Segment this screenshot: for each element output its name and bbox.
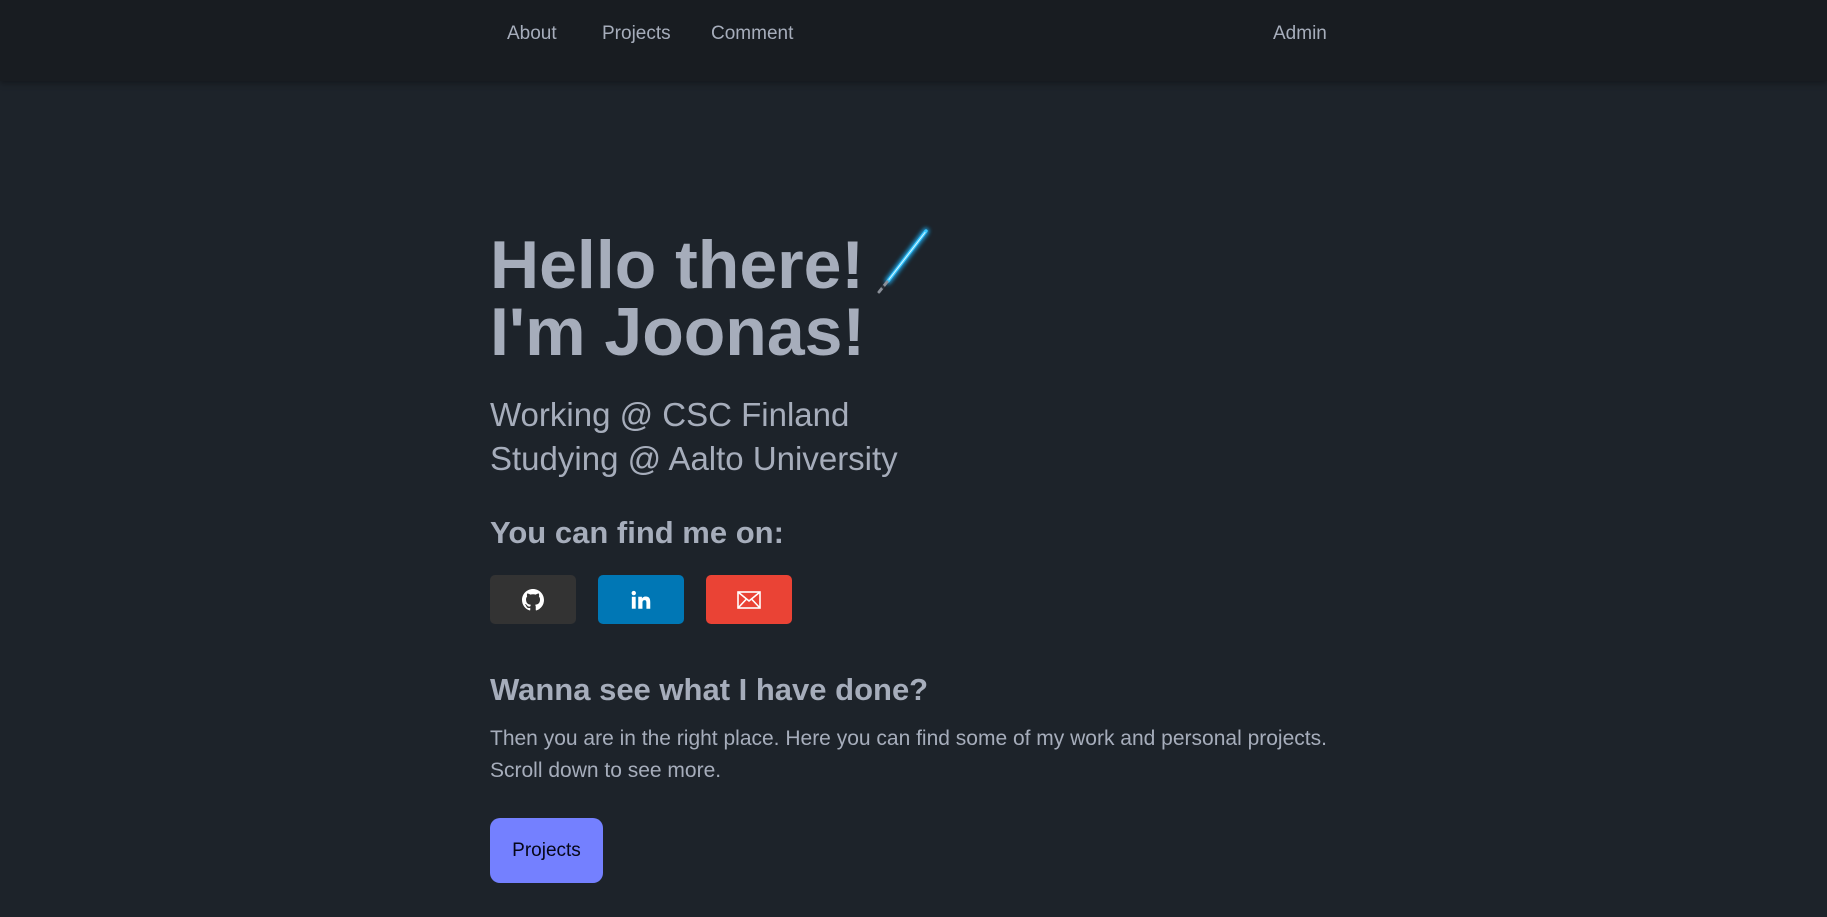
work-description: Then you are in the right place. Here yo… — [490, 723, 1390, 787]
github-icon — [522, 588, 544, 610]
nav-link-projects[interactable]: Projects — [602, 22, 671, 46]
hero-title-line2: I'm Joonas! — [490, 294, 866, 370]
github-button[interactable] — [490, 575, 576, 624]
lightsaber-icon — [874, 224, 934, 294]
social-heading: You can find me on: — [490, 515, 784, 550]
hero-subtitle-work: Working @ CSC Finland — [490, 396, 850, 433]
hero-subtitle-study: Studying @ Aalto University — [490, 440, 898, 477]
linkedin-button[interactable] — [598, 575, 684, 624]
hero-title-line1: Hello there! — [490, 227, 865, 303]
nav-link-comment[interactable]: Comment — [711, 22, 793, 46]
email-icon — [737, 590, 761, 609]
navbar: About Projects Comment Admin — [0, 0, 1827, 81]
work-description-line2: Scroll down to see more. — [490, 759, 722, 782]
work-description-line1: Then you are in the right place. Here yo… — [490, 727, 1327, 750]
email-button[interactable] — [706, 575, 792, 624]
projects-button[interactable]: Projects — [490, 818, 603, 883]
nav-link-about[interactable]: About — [507, 22, 557, 46]
hero-title: Hello there! I'm Joonas! — [490, 224, 934, 366]
work-heading: Wanna see what I have done? — [490, 672, 929, 707]
linkedin-icon — [631, 590, 651, 609]
nav-link-admin[interactable]: Admin — [1273, 22, 1327, 46]
